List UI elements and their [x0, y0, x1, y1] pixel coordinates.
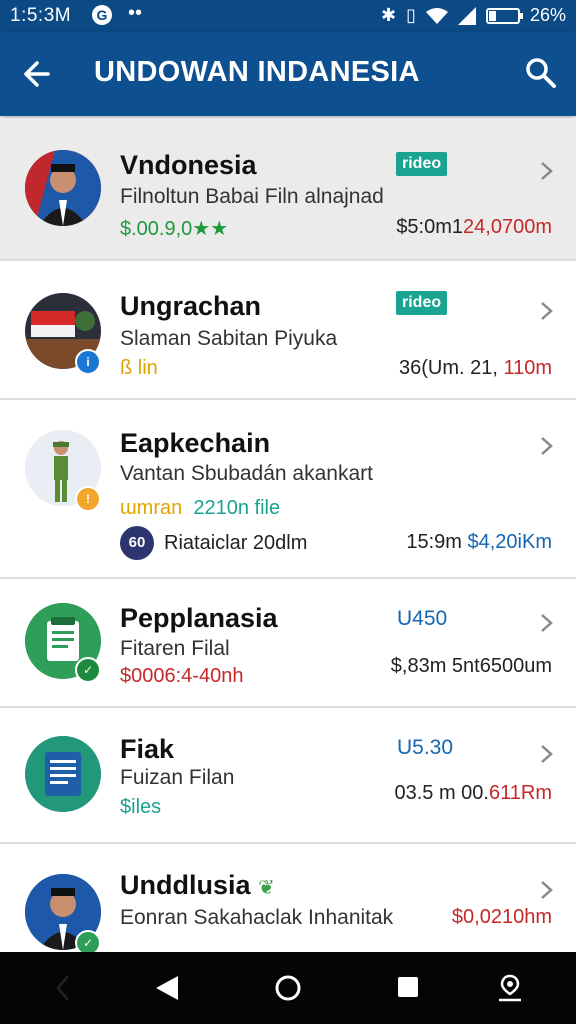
item-name: Vndonesia — [120, 150, 257, 180]
item-meta-value: $.00.9,0 — [120, 218, 193, 240]
item-price: U450 — [397, 607, 448, 630]
item-meta: $.00.9,0★★ — [120, 216, 228, 241]
item-subtitle: Fuizan Filan — [120, 766, 235, 789]
vibrate-icon: ▯ — [406, 5, 416, 25]
chevron-right-icon — [541, 881, 553, 899]
chevron-left-icon[interactable] — [54, 974, 72, 1002]
rating-stars: ★★ — [192, 218, 229, 240]
item-subtitle: Slaman Sabitan Piyuka — [120, 327, 338, 350]
amount-a: 15:9m — [406, 531, 468, 553]
amount-b: 24,0700m — [463, 216, 552, 238]
item-amount: 15:9m $4,20iKm — [406, 531, 552, 554]
chevron-right-icon — [541, 437, 553, 455]
owner-avatar: 60 — [120, 526, 154, 560]
recents-square-icon[interactable] — [396, 974, 420, 1000]
item-amount: $,83m 5nt6500um — [390, 655, 552, 677]
item-name: Eapkechain — [120, 428, 271, 458]
home-circle-icon[interactable] — [274, 974, 302, 1002]
google-icon: G — [92, 5, 112, 25]
item-name: Ungrachan — [120, 291, 262, 321]
leaf-icon: ❦ — [258, 877, 275, 899]
arrow-left-icon[interactable] — [22, 54, 56, 94]
wifi-icon — [425, 7, 448, 24]
item-amount: $5:0m124,0700m — [396, 216, 552, 239]
item-price: U5.30 — [397, 736, 454, 759]
amount-a: 03.5 m 00. — [394, 782, 489, 804]
amount-b: 611Rm — [489, 782, 552, 804]
system-nav-bar — [0, 952, 576, 1024]
item-amount: 03.5 m 00.611Rm — [394, 782, 552, 805]
item-meta: ß lin — [120, 357, 158, 379]
bluetooth-icon: ✱ — [380, 5, 397, 25]
result-list: Vndonesia Filnoltun Babai Filn alnajnad … — [0, 118, 576, 964]
meta-a: ɯmran — [120, 497, 183, 519]
info-badge-icon: i — [75, 349, 101, 375]
search-icon[interactable] — [524, 56, 558, 90]
owner-chip: 60 Riataiclar 20dlm — [120, 526, 307, 560]
star-badge-icon: ! — [75, 486, 101, 512]
app-bar: UNDOWAN INDANESIA — [0, 32, 576, 116]
signal-icon — [457, 6, 476, 25]
avatar — [25, 736, 101, 812]
list-item[interactable]: Fiak Fuizan Filan $iles U5.30 03.5 m 00.… — [0, 708, 576, 844]
item-name-text: Unddlusia — [120, 870, 251, 900]
item-subtitle: Eonran Sakahaclak Inhanitak — [120, 906, 394, 929]
battery-icon — [485, 7, 523, 24]
chevron-right-icon — [541, 302, 553, 320]
avatar — [25, 150, 101, 226]
battery-percent: 26% — [529, 5, 566, 25]
page-title: UNDOWAN INDANESIA — [94, 56, 420, 88]
item-name: Fiak — [120, 734, 175, 764]
chevron-right-icon — [541, 162, 553, 180]
owner-name: Riataiclar 20dlm — [164, 531, 308, 554]
chevron-right-icon — [541, 614, 553, 632]
tag-badge: ridеo — [396, 152, 448, 176]
check-badge-icon: ✓ — [75, 657, 101, 683]
item-meta: $0006:4-40nh — [120, 665, 244, 687]
item-subtitle: Fitaren Filal — [120, 637, 230, 660]
item-meta: $iles — [120, 796, 162, 818]
amount-b: 110m — [503, 357, 552, 379]
amount-a: $5:0m1 — [396, 216, 464, 238]
item-meta: ɯmran 2210n file — [120, 497, 280, 520]
list-item[interactable]: ✓ Pepplanasia Fitaren Filal $0006:4-40nh… — [0, 579, 576, 708]
location-pin-icon[interactable] — [497, 974, 523, 1002]
status-bar: 1:5:3M G •• ✱ ▯ 26% — [0, 0, 576, 32]
chevron-right-icon — [541, 745, 553, 763]
meta-b: 2210n file — [193, 497, 281, 519]
item-subtitle: Vantan Sbubadán akankart — [120, 462, 373, 485]
tag-badge: ridеo — [396, 291, 448, 315]
list-item[interactable]: ! Eapkechain Vantan Sbubadán akankart ɯm… — [0, 400, 576, 579]
list-item[interactable]: i Ungrachan Slaman Sabitan Piyuka ß lin … — [0, 261, 576, 400]
list-item[interactable]: ✓ Unddlusia ❦ Eonran Sakahaclak Inhanita… — [0, 844, 576, 964]
status-time: 1:5:3M — [10, 5, 72, 26]
item-subtitle: Filnoltun Babai Filn alnajnad — [120, 185, 384, 208]
item-amount: $0,0210hm — [451, 906, 552, 928]
list-item[interactable]: Vndonesia Filnoltun Babai Filn alnajnad … — [0, 118, 576, 261]
item-amount: 36(Um. 21, 110m — [399, 357, 552, 380]
item-name: Pepplanasia — [120, 603, 278, 633]
back-triangle-icon[interactable] — [154, 974, 180, 1002]
amount-a: 36(Um. 21, — [398, 357, 504, 379]
amount-b: $4,20iKm — [467, 531, 553, 553]
more-notifications-icon: •• — [128, 2, 143, 24]
item-name: Unddlusia ❦ — [120, 870, 275, 901]
